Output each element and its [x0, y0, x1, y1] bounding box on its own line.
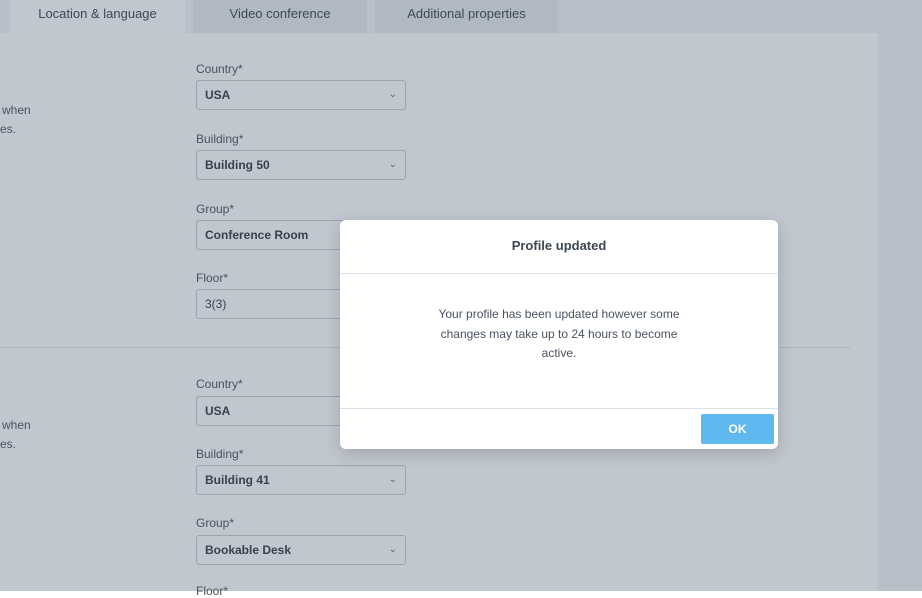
dialog-body: Your profile has been updated however so… — [340, 274, 778, 408]
profile-updated-dialog: Profile updated Your profile has been up… — [340, 220, 778, 449]
dialog-message-line: Your profile has been updated however so… — [438, 307, 680, 321]
dialog-message-line: changes may take up to 24 hours to becom… — [440, 326, 678, 341]
dialog-message-line: active. — [541, 346, 577, 360]
dialog-message: Your profile has been updated however so… — [430, 305, 688, 364]
dialog-footer: OK — [340, 408, 778, 450]
dialog-title: Profile updated — [511, 238, 607, 253]
page: Location & language Video conference Add… — [0, 0, 922, 598]
dialog-header: Profile updated — [340, 220, 778, 274]
ok-button[interactable]: OK — [701, 414, 774, 444]
